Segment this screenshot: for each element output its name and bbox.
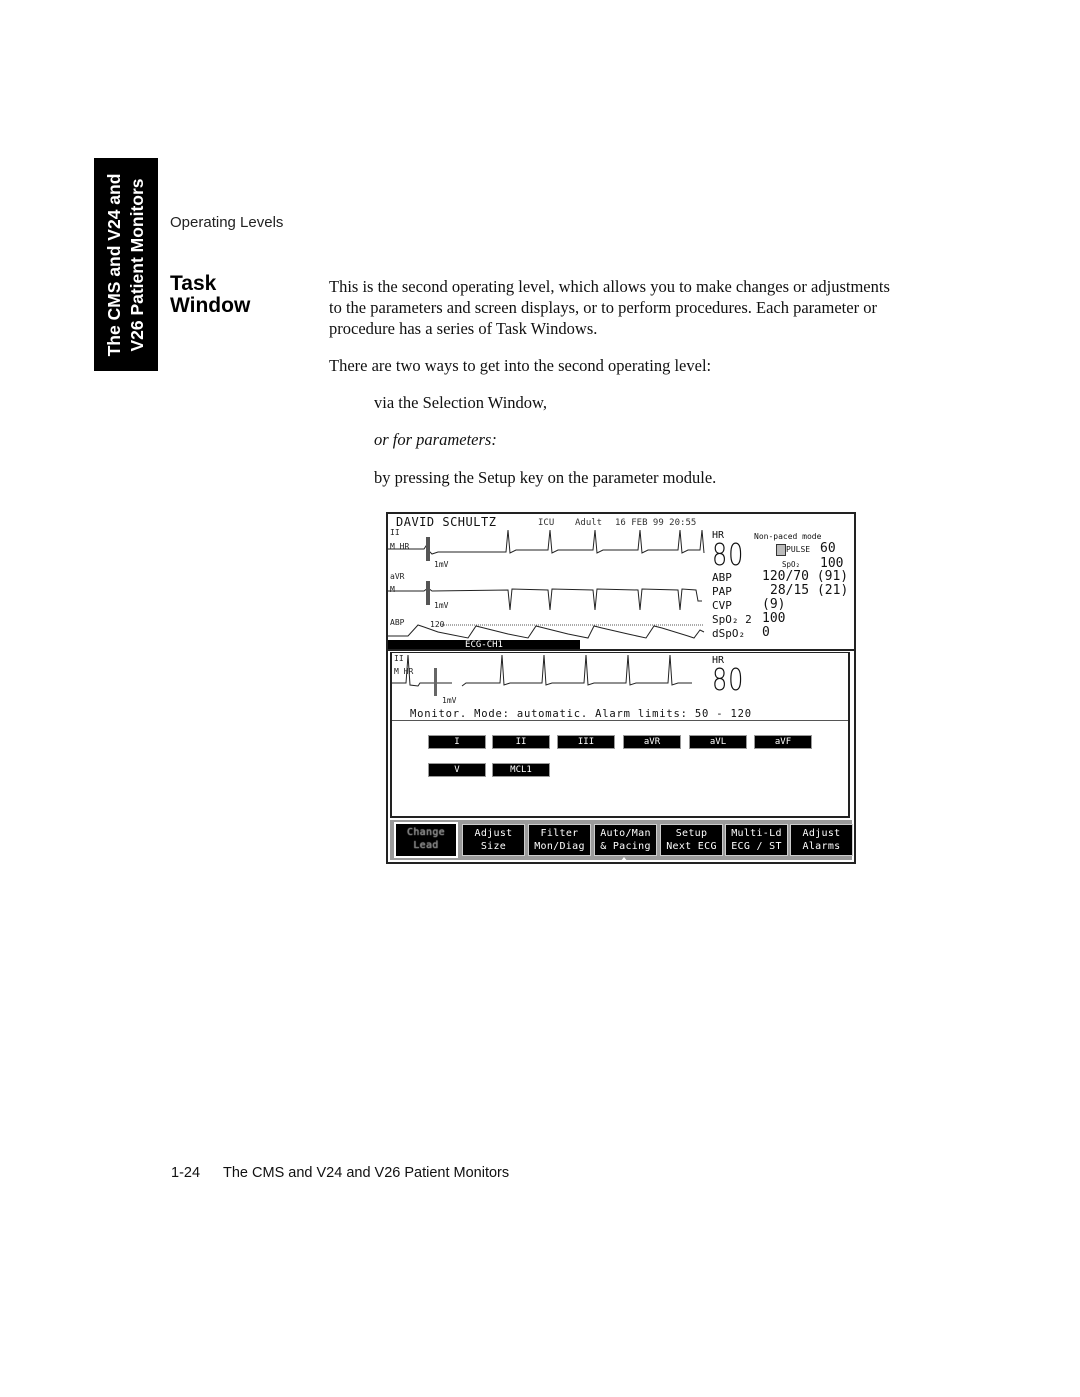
more-softkeys-caret-icon[interactable] — [620, 857, 628, 862]
softkey-change-lead[interactable]: Change Lead — [394, 822, 458, 858]
page-footer: 1-24 The CMS and V24 and V26 Patient Moni… — [171, 1165, 509, 1181]
lead-button-mcl1[interactable]: MCL1 — [492, 763, 550, 777]
heading-line1: Task — [170, 272, 217, 295]
option-selection-window: via the Selection Window, — [374, 393, 548, 412]
footer-title: The CMS and V24 and V26 Patient Monitors — [223, 1165, 510, 1181]
scale-label-ii: 1mV — [434, 560, 449, 569]
param-label-pap: PAP — [712, 585, 732, 598]
lead-label-avr: aVR — [390, 572, 405, 581]
task-scale-label: 1mV — [442, 696, 457, 705]
param-value-dspo2: 0 — [762, 625, 770, 640]
softkey-line1: Adjust — [474, 828, 513, 839]
softkey-line1: Filter — [540, 828, 579, 839]
page-number: 1-24 — [171, 1165, 201, 1181]
param-value-abp: 120/70 (91) — [762, 569, 849, 584]
softkey-adjust-size[interactable]: Adjust Size — [462, 824, 525, 856]
softkey-line1: Multi-Ld — [731, 828, 782, 839]
ways-paragraph: There are two ways to get into the secon… — [329, 356, 712, 375]
pulse-source-label: SpO₂ — [782, 560, 801, 569]
section-label: Operating Levels — [170, 214, 284, 231]
param-value-spo2-2: 100 — [762, 611, 786, 626]
abp-scale-value: 120 — [430, 620, 445, 629]
softkey-line1: Auto/Man — [600, 828, 651, 839]
param-label-dspo2: dSpO₂ — [712, 627, 746, 640]
heading-line2: Window — [170, 294, 251, 317]
task-hr-value: 80 — [712, 663, 745, 698]
softkey-line1: Setup — [675, 828, 708, 839]
softkey-adjust-alarms[interactable]: Adjust Alarms — [790, 824, 853, 856]
ecg-wave-ii — [388, 529, 705, 555]
lead-button-avl[interactable]: aVL — [689, 735, 747, 749]
softkey-multi-ld[interactable]: Multi-Ld ECG / ST — [725, 824, 788, 856]
lead-button-ii[interactable]: II — [492, 735, 550, 749]
softkey-line2: Lead — [413, 840, 439, 851]
pacing-mode: Non-paced mode — [754, 532, 822, 541]
pulse-label: PULSE — [786, 545, 811, 554]
softkey-line2: Mon/Diag — [534, 841, 585, 852]
task-wave-sublabel: M HR — [394, 667, 414, 676]
param-value-pap: 28/15 (21) — [770, 583, 849, 598]
chapter-side-tab: The CMS and V24 and V26 Patient Monitors — [94, 158, 158, 371]
softkey-line2: Size — [480, 841, 507, 852]
lead-button-v[interactable]: V — [428, 763, 486, 777]
monitor-screen: DAVID SCHULTZ ICU Adult 16 FEB 99 20:55 … — [386, 512, 856, 864]
wave-sublabel-ii: M HR — [390, 542, 410, 551]
param-label-cvp: CVP — [712, 599, 732, 612]
side-tab-line1: The CMS and V24 and — [104, 173, 124, 356]
softkey-auto-man-pacing[interactable]: Auto/Man & Pacing — [594, 824, 657, 856]
lead-label-ii: II — [390, 528, 400, 537]
softkey-setup-next-ecg[interactable]: Setup Next ECG — [660, 824, 723, 856]
page-heading: Task Window — [170, 273, 250, 317]
ecg-avr-calibration — [426, 581, 430, 605]
pulse-value: 60 — [820, 541, 836, 556]
softkey-filter[interactable]: Filter Mon/Diag — [528, 824, 591, 856]
chapter-side-tab-text: The CMS and V24 and V26 Patient Monitors — [103, 158, 149, 371]
task-ecg-calibration — [434, 668, 437, 696]
softkey-line1: Change — [407, 827, 445, 838]
task-window-divider — [392, 720, 848, 721]
softkey-line2: & Pacing — [600, 841, 651, 852]
ecg-ii-calibration — [426, 537, 430, 561]
intro-paragraph: This is the second operating level, whic… — [329, 277, 890, 338]
lead-button-avf[interactable]: aVF — [754, 735, 812, 749]
softkey-line2: ECG / ST — [731, 841, 782, 852]
lead-button-iii[interactable]: III — [557, 735, 615, 749]
option-connector: or for parameters: — [374, 430, 497, 449]
hr-value: 80 — [712, 538, 745, 573]
param-value-cvp: (9) — [762, 597, 786, 612]
task-waveform — [392, 654, 692, 696]
lead-button-avr[interactable]: aVR — [623, 735, 681, 749]
pulse-indicator-icon — [776, 544, 786, 556]
task-window: II M HR 1mV HR 80 Monitor. Mode: automat… — [390, 652, 850, 818]
option-setup-key: by pressing the Setup key on the paramet… — [374, 468, 717, 487]
param-label-abp: ABP — [712, 571, 732, 584]
wave-sublabel-avr: M — [390, 585, 395, 594]
ecg-status-line: Monitor. Mode: automatic. Alarm limits: … — [410, 708, 752, 720]
scale-label-avr: 1mV — [434, 601, 449, 610]
softkey-bar: Change Lead Adjust Size Filter Mon/Diag … — [390, 820, 853, 862]
softkey-line2: Alarms — [802, 841, 841, 852]
lead-button-i[interactable]: I — [428, 735, 486, 749]
task-lead-label: II — [394, 654, 404, 663]
softkey-line2: Next ECG — [666, 841, 717, 852]
softkey-line1: Adjust — [802, 828, 841, 839]
param-label-spo2-2: SpO₂ 2 — [712, 613, 752, 626]
task-window-tab-divider — [388, 649, 854, 651]
side-tab-line2: V26 Patient Monitors — [127, 177, 147, 352]
lead-label-abp: ABP — [390, 618, 405, 627]
